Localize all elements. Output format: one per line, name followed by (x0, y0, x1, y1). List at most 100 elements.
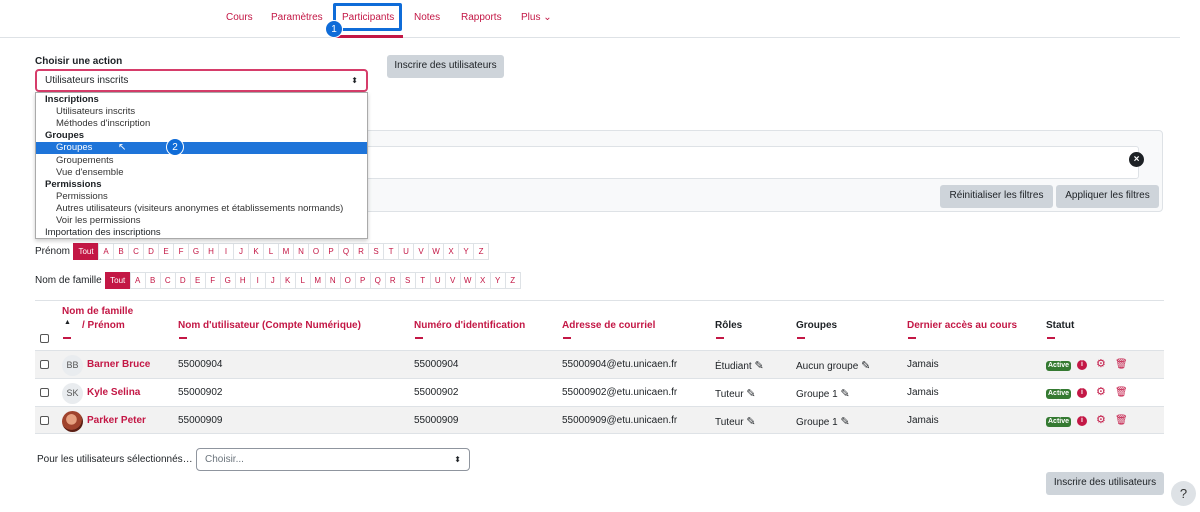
user-name-link[interactable]: Barner Bruce (87, 359, 150, 370)
header-email[interactable]: Adresse de courriel (562, 320, 655, 331)
edit-pencil-icon[interactable]: ✎ (861, 360, 870, 372)
close-icon[interactable]: × (1129, 152, 1144, 167)
initial-letter-button[interactable]: Z (504, 272, 521, 289)
info-icon[interactable]: i (1077, 388, 1087, 398)
edit-pencil-icon[interactable]: ✎ (746, 416, 755, 428)
dropdown-option[interactable]: Permissions (36, 191, 367, 203)
initial-letter-button[interactable]: Q (338, 243, 355, 260)
hide-column-icon[interactable] (908, 337, 916, 339)
dropdown-option[interactable]: Autres utilisateurs (visiteurs anonymes … (36, 203, 367, 215)
initial-letter-button[interactable]: A (98, 243, 115, 260)
dropdown-option[interactable]: Méthodes d'inscription (36, 118, 367, 130)
initial-letter-button[interactable]: G (188, 243, 205, 260)
initial-letter-button[interactable]: D (143, 243, 160, 260)
edit-pencil-icon[interactable]: ✎ (746, 388, 755, 400)
initial-letter-button[interactable]: C (128, 243, 145, 260)
enrol-users-button-top[interactable]: Inscrire des utilisateurs (387, 55, 504, 78)
nav-plus[interactable]: Plus ⌄ (521, 12, 552, 23)
nav-rapports[interactable]: Rapports (461, 12, 502, 23)
initial-letter-button[interactable]: S (368, 243, 385, 260)
initial-letter-button[interactable]: X (443, 243, 460, 260)
header-lastname[interactable]: Nom de famille (62, 306, 133, 317)
initial-letter-button[interactable]: L (263, 243, 280, 260)
info-icon[interactable]: i (1077, 360, 1087, 370)
initial-letter-button[interactable]: B (113, 243, 130, 260)
bulk-action-select[interactable]: Choisir... ⬍ (196, 448, 470, 471)
initial-letter-button[interactable]: V (444, 272, 461, 289)
header-lastaccess[interactable]: Dernier accès au cours (907, 320, 1017, 331)
header-username[interactable]: Nom d'utilisateur (Compte Numérique) (178, 320, 361, 331)
initial-letter-button[interactable]: R (384, 272, 401, 289)
edit-pencil-icon[interactable]: ✎ (754, 360, 763, 372)
gear-icon[interactable]: ⚙ (1096, 387, 1106, 398)
hide-column-icon[interactable] (179, 337, 187, 339)
initial-letter-button[interactable]: Z (473, 243, 490, 260)
initial-letter-button[interactable]: U (398, 243, 415, 260)
dropdown-option[interactable]: Voir les permissions (36, 215, 367, 227)
initial-letter-button[interactable]: J (264, 272, 281, 289)
initial-letter-button[interactable]: L (294, 272, 311, 289)
trash-icon[interactable]: 🗑 (1115, 359, 1128, 370)
initial-letter-button[interactable]: K (279, 272, 296, 289)
dropdown-option[interactable]: Groupements (36, 155, 367, 167)
hide-column-icon[interactable] (63, 337, 71, 339)
initial-letter-button[interactable]: Y (458, 243, 475, 260)
nav-notes[interactable]: Notes (414, 12, 440, 23)
hide-column-icon[interactable] (563, 337, 571, 339)
initial-letter-button[interactable]: X (474, 272, 491, 289)
initial-letter-button[interactable]: B (144, 272, 161, 289)
apply-filters-button[interactable]: Appliquer les filtres (1056, 185, 1159, 208)
initial-letter-button[interactable]: T (383, 243, 400, 260)
nav-parametres[interactable]: Paramètres (271, 12, 323, 23)
initial-letter-button[interactable]: A (129, 272, 146, 289)
initial-letter-button[interactable]: P (323, 243, 340, 260)
initial-letter-button[interactable]: R (353, 243, 370, 260)
hide-column-icon[interactable] (1047, 337, 1055, 339)
initial-letter-button[interactable]: H (203, 243, 220, 260)
initial-letter-button[interactable]: N (324, 272, 341, 289)
enrol-users-button-bottom[interactable]: Inscrire des utilisateurs (1046, 472, 1164, 495)
initial-letter-button[interactable]: H (234, 272, 251, 289)
trash-icon[interactable]: 🗑 (1115, 415, 1128, 426)
initial-letter-button[interactable]: O (339, 272, 356, 289)
initial-letter-button[interactable]: K (248, 243, 265, 260)
select-all-checkbox[interactable] (40, 334, 49, 343)
initial-letter-button[interactable]: U (429, 272, 446, 289)
initial-letter-button[interactable]: D (174, 272, 191, 289)
hide-column-icon[interactable] (797, 337, 805, 339)
dropdown-option[interactable]: Vue d'ensemble (36, 167, 367, 179)
initial-all-button[interactable]: Tout (104, 272, 131, 289)
initial-all-button[interactable]: Tout (73, 243, 100, 260)
dropdown-option[interactable]: Importation des inscriptions (36, 227, 367, 239)
initial-letter-button[interactable]: G (219, 272, 236, 289)
dropdown-option[interactable]: Groupes ↖ 2 (36, 138, 367, 157)
initial-letter-button[interactable]: W (428, 243, 445, 260)
initial-letter-button[interactable]: M (309, 272, 326, 289)
initial-letter-button[interactable]: E (158, 243, 175, 260)
initial-letter-button[interactable]: T (414, 272, 431, 289)
hide-column-icon[interactable] (415, 337, 423, 339)
initial-letter-button[interactable]: Q (369, 272, 386, 289)
action-select[interactable]: Utilisateurs inscrits ⬍ (35, 69, 368, 92)
row-checkbox[interactable] (40, 388, 49, 397)
header-firstname[interactable]: / Prénom (82, 320, 125, 331)
help-icon[interactable]: ? (1171, 481, 1196, 506)
initial-letter-button[interactable]: O (308, 243, 325, 260)
edit-pencil-icon[interactable]: ✎ (840, 416, 849, 428)
reset-filters-button[interactable]: Réinitialiser les filtres (940, 185, 1053, 208)
initial-letter-button[interactable]: C (159, 272, 176, 289)
initial-letter-button[interactable]: F (173, 243, 190, 260)
initial-letter-button[interactable]: P (354, 272, 371, 289)
initial-letter-button[interactable]: S (399, 272, 416, 289)
trash-icon[interactable]: 🗑 (1115, 387, 1128, 398)
initial-letter-button[interactable]: F (204, 272, 221, 289)
initial-letter-button[interactable]: V (413, 243, 430, 260)
user-name-link[interactable]: Parker Peter (87, 415, 146, 426)
initial-letter-button[interactable]: J (233, 243, 250, 260)
row-checkbox[interactable] (40, 360, 49, 369)
info-icon[interactable]: i (1077, 416, 1087, 426)
nav-cours[interactable]: Cours (226, 12, 253, 23)
initial-letter-button[interactable]: M (278, 243, 295, 260)
edit-pencil-icon[interactable]: ✎ (840, 388, 849, 400)
dropdown-option[interactable]: Utilisateurs inscrits (36, 106, 367, 118)
